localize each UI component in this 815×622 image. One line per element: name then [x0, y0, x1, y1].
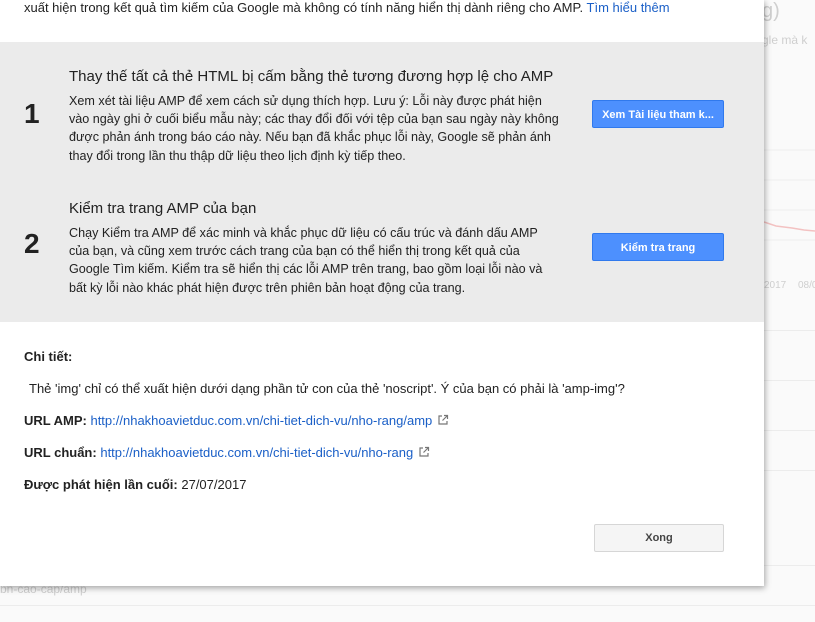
last-detected-row: Được phát hiện lần cuối: 27/07/2017	[24, 477, 246, 492]
step-number: 2	[24, 228, 40, 259]
canonical-url-link[interactable]: http://nhakhoavietduc.com.vn/chi-tiet-di…	[100, 445, 413, 460]
amp-url-label: URL AMP:	[24, 413, 87, 428]
background-chart	[764, 149, 815, 241]
background-text-fragment: gle mà k	[762, 33, 808, 47]
intro-message: xuất hiện trong kết quả tìm kiếm của Goo…	[24, 0, 584, 15]
last-detected-value: 27/07/2017	[181, 477, 247, 492]
background-date-label: 08/0	[798, 280, 815, 291]
step-title: Kiểm tra trang AMP của bạn	[69, 200, 257, 217]
learn-more-link[interactable]: Tìm hiểu thêm	[587, 0, 670, 15]
amp-url-link[interactable]: http://nhakhoavietduc.com.vn/chi-tiet-di…	[90, 413, 432, 428]
test-page-button[interactable]: Kiểm tra trang	[592, 233, 724, 261]
canonical-url-row: URL chuẩn: http://nhakhoavietduc.com.vn/…	[24, 445, 430, 460]
step-description: Chạy Kiểm tra AMP để xác minh và khắc ph…	[69, 226, 543, 295]
done-button[interactable]: Xong	[594, 524, 724, 552]
background-heading-fragment: g)	[762, 0, 780, 22]
background-divider	[0, 605, 815, 606]
external-link-icon[interactable]	[418, 446, 430, 458]
view-documentation-button[interactable]: Xem Tài liệu tham k...	[592, 100, 724, 128]
step-title: Thay thế tất cả thẻ HTML bị cấm bằng thẻ…	[69, 68, 554, 85]
amp-url-row: URL AMP: http://nhakhoavietduc.com.vn/ch…	[24, 413, 449, 428]
canonical-url-label: URL chuẩn:	[24, 445, 97, 460]
details-heading: Chi tiết:	[24, 349, 73, 364]
step-description: Xem xét tài liệu AMP để xem cách sử dụng…	[69, 94, 559, 163]
last-detected-label: Được phát hiện lần cuối:	[24, 477, 178, 492]
error-message: Thẻ 'img' chỉ có thể xuất hiện dưới dạng…	[29, 381, 625, 396]
background-date-label: 2017	[764, 280, 787, 291]
steps-panel: 1 Thay thế tất cả thẻ HTML bị cấm bằng t…	[0, 42, 764, 322]
amp-error-dialog: xuất hiện trong kết quả tìm kiếm của Goo…	[0, 0, 764, 586]
step-number: 1	[24, 98, 40, 129]
external-link-icon[interactable]	[437, 414, 449, 426]
intro-text: xuất hiện trong kết quả tìm kiếm của Goo…	[24, 0, 670, 15]
